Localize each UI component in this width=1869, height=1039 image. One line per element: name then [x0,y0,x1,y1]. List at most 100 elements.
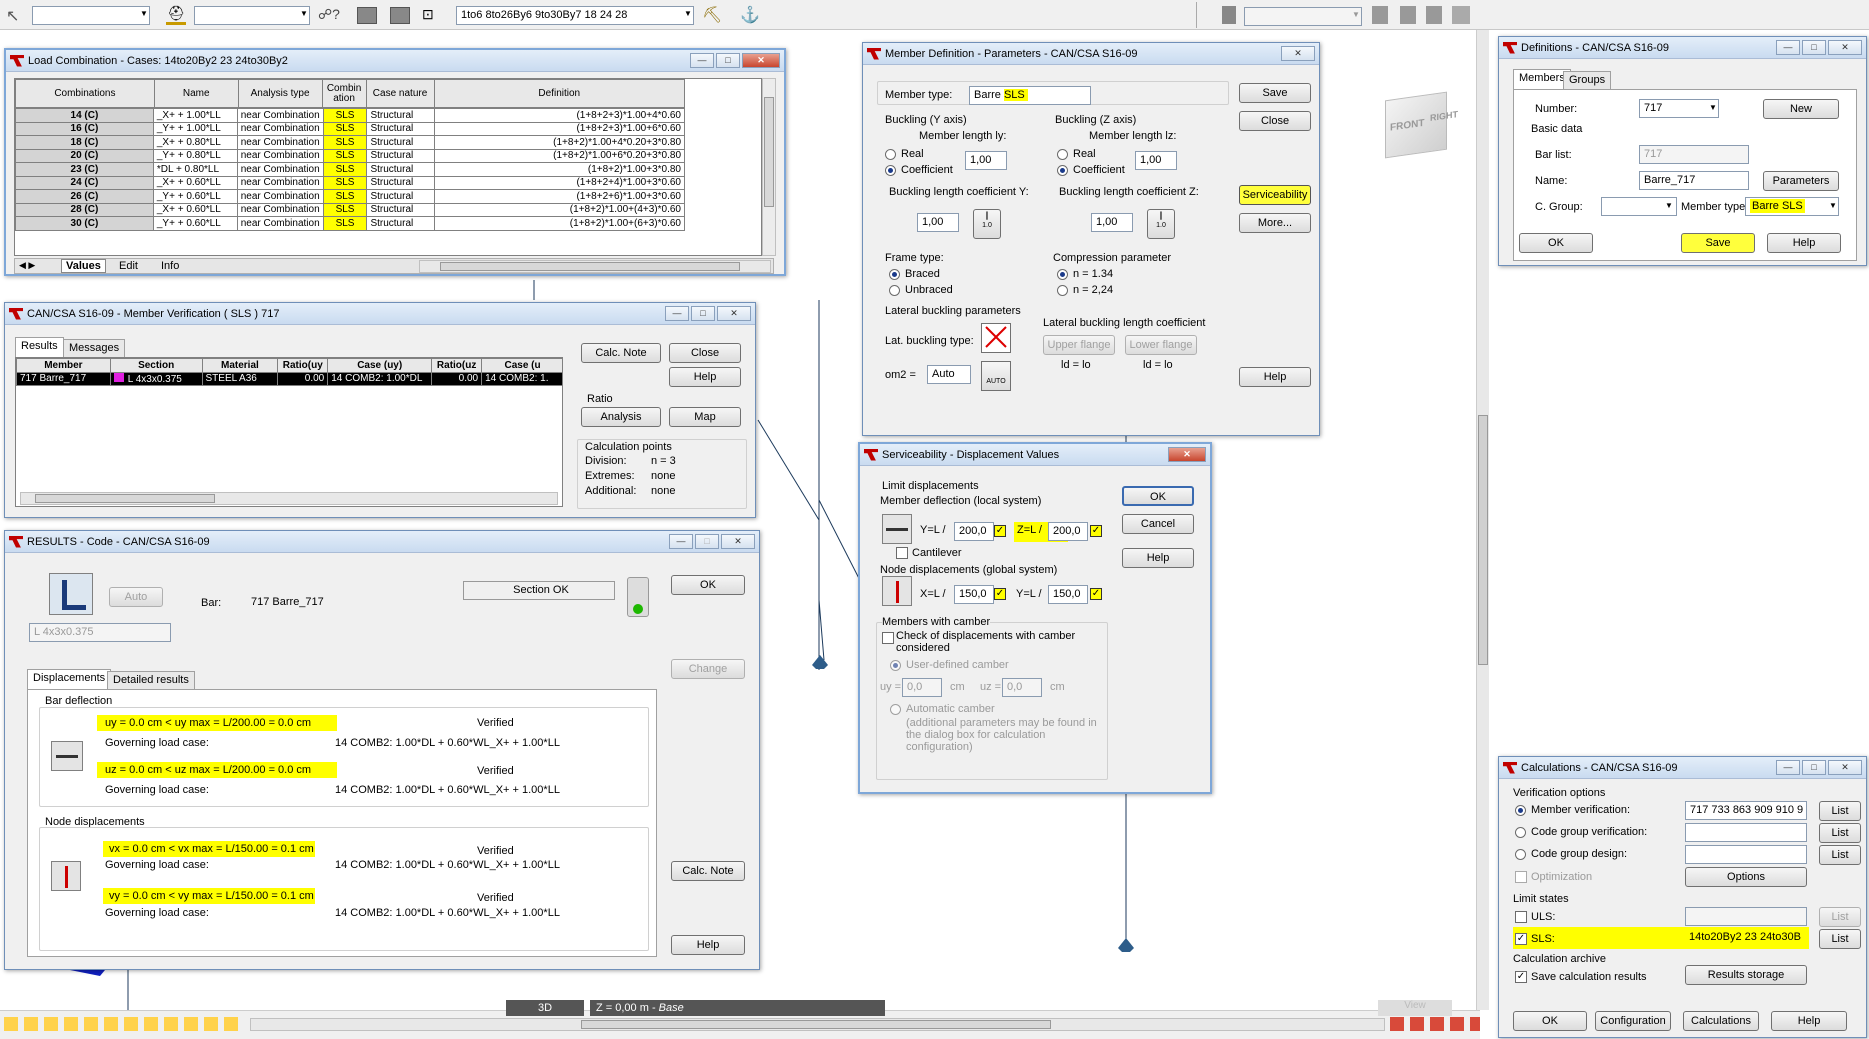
lower-flange-button[interactable]: Lower flange [1125,335,1197,355]
analysis-button[interactable]: Analysis [581,407,661,427]
minimize-button[interactable]: — [669,534,693,549]
level-badge[interactable]: Z = 0,00 m - Base [590,1000,885,1016]
real-z-radio[interactable] [1057,149,1068,160]
toolbar-select-1-arrow[interactable]: ▼ [140,9,148,18]
ok-button[interactable]: OK [671,575,745,595]
toolbar-select-3-arrow[interactable]: ▼ [1352,10,1360,19]
verification-hscroll-thumb[interactable] [35,494,215,503]
tab-detailed-results[interactable]: Detailed results [107,671,195,689]
member-type-select[interactable]: Barre SLS [1745,197,1839,216]
code-group-design-list-button[interactable]: List [1819,845,1861,865]
save-button[interactable]: Save [1239,83,1311,103]
sls-check[interactable]: ✓ [1515,933,1527,945]
length-ly-input[interactable]: 1,00 [965,151,1007,170]
more-button[interactable]: More... [1239,213,1311,233]
tab-displacements[interactable]: Displacements [27,669,112,689]
combination-selector[interactable]: 1to6 8to26By6 9to30By7 18 24 28 [456,6,694,25]
y-displacement-input[interactable]: 150,0 [1048,585,1088,604]
auto-button[interactable]: Auto [109,587,163,607]
tab-groups[interactable]: Groups [1563,71,1612,89]
om2-input[interactable]: Auto [927,365,971,384]
query-icon[interactable]: ☍? [318,6,340,23]
uls-input[interactable] [1685,907,1807,926]
sheet-hscroll[interactable] [419,260,771,273]
help-button[interactable]: Help [1239,367,1311,387]
close-button[interactable]: ✕ [1828,40,1862,55]
load-combination-titlebar[interactable]: Load Combination - Cases: 14to20By2 23 2… [6,50,784,72]
toolbar-select-2[interactable] [194,6,310,25]
bottom-icon-strip[interactable] [4,1017,240,1031]
length-lz-input[interactable]: 1,00 [1135,151,1177,170]
lat-buckling-type-button[interactable] [981,323,1011,353]
combination-selector-arrow[interactable]: ▼ [684,9,692,18]
user-camber-radio[interactable] [890,660,901,671]
parameters-button[interactable]: Parameters [1763,171,1839,191]
tab-info[interactable]: Info [161,260,179,272]
blc-z-button[interactable]: ┃ 1.0 [1147,209,1175,239]
tab-messages[interactable]: Messages [63,339,126,357]
view-vertical-scrollbar[interactable] [1476,30,1489,1010]
cancel-button[interactable]: Cancel [1122,514,1194,534]
options-button[interactable]: Options [1685,867,1807,887]
maximize-button[interactable]: □ [691,306,715,321]
unbraced-radio[interactable] [889,285,900,296]
table-row[interactable]: 20 (C) _Y+ + 0.80*LL near Combination SLS St… [15,148,685,163]
table-row[interactable]: 28 (C) _X+ + 0.60*LL near Combination SLS St… [15,202,685,217]
blc-y-input[interactable]: 1,00 [917,213,959,232]
table-vscroll-thumb[interactable] [764,97,774,207]
uls-check[interactable] [1515,911,1527,923]
member-list-input[interactable]: 717 733 863 909 910 9 [1685,801,1807,820]
ok-button[interactable]: OK [1519,233,1593,253]
optimization-check[interactable] [1515,871,1527,883]
y-deflection-input[interactable]: 200,0 [954,522,994,541]
serviceability-button[interactable]: Serviceability [1239,185,1311,205]
coefficient-z-radio[interactable] [1057,165,1068,176]
results-titlebar[interactable]: RESULTS - Code - CAN/CSA S16-09 [5,531,759,553]
ok-button[interactable]: OK [1513,1011,1587,1031]
results-storage-button[interactable]: Results storage [1685,965,1807,985]
selection-icon[interactable]: ⊡ [422,6,434,23]
n224-radio[interactable] [1057,285,1068,296]
sheet-hscroll-thumb[interactable] [440,262,740,271]
tab-edit[interactable]: Edit [119,260,138,272]
code-group-verification-radio[interactable] [1515,827,1526,838]
om2-auto-button[interactable]: AUTO [981,361,1011,391]
table-row[interactable]: 30 (C) _Y+ + 0.60*LL near Combination SLS St… [15,216,685,231]
serviceability-titlebar[interactable]: Serviceability - Displacement Values [860,444,1210,466]
view-icon-1[interactable] [357,7,377,24]
code-group-verification-input[interactable] [1685,823,1807,842]
map-button[interactable]: Map [669,407,741,427]
z-deflection-check[interactable]: ✓ [1090,525,1102,537]
n134-radio[interactable] [1057,269,1068,280]
x-displacement-check[interactable]: ✓ [994,588,1006,600]
close-button[interactable]: ✕ [742,53,780,68]
tab-nav-left[interactable]: ◀ ▶ [19,260,35,271]
table-row[interactable]: 23 (C) *DL + 0.80*LL near Combination SLS St… [15,162,685,177]
upper-flange-button[interactable]: Upper flange [1043,335,1115,355]
close-button[interactable]: Close [1239,111,1311,131]
y-displacement-check[interactable]: ✓ [1090,588,1102,600]
calc-note-button[interactable]: Calc. Note [671,861,745,881]
code-group-design-input[interactable] [1685,845,1807,864]
help-button[interactable]: Help [1122,548,1194,568]
member-verification-titlebar[interactable]: CAN/CSA S16-09 - Member Verification ( S… [5,303,755,325]
y-deflection-check[interactable]: ✓ [994,525,1006,537]
code-group-design-radio[interactable] [1515,849,1526,860]
real-y-radio[interactable] [885,149,896,160]
calculations-button[interactable]: Calculations [1683,1011,1759,1031]
maximize-button[interactable]: □ [695,534,719,549]
member-list-button[interactable]: List [1819,801,1861,821]
print-icon[interactable] [1452,6,1470,24]
cgroup-select-arrow[interactable]: ▼ [1665,201,1673,210]
close-button[interactable]: ✕ [1281,46,1315,61]
view-icon-2[interactable] [390,7,410,24]
check-camber-check[interactable] [882,632,894,644]
page-icon[interactable] [1222,6,1236,24]
braced-radio[interactable] [889,269,900,280]
ok-button[interactable]: OK [1122,486,1194,506]
member-type-field[interactable]: Barre SLS [969,86,1091,105]
view-mode-badge[interactable]: 3D [506,1000,584,1016]
uls-list-button[interactable]: List [1819,907,1861,927]
sls-list-button[interactable]: List [1819,929,1861,949]
help-button[interactable]: Help [671,935,745,955]
